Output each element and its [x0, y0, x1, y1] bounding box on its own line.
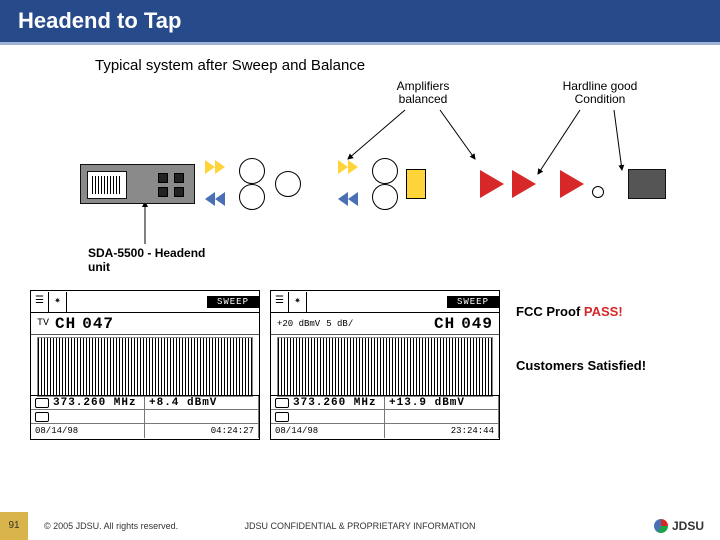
combiner-icon [372, 184, 398, 210]
subtitle: Typical system after Sweep and Balance [95, 57, 720, 74]
footer: 91 © 2005 JDSU. All rights reserved. JDS… [0, 512, 720, 540]
knob-icon [174, 187, 184, 197]
menu-icon: ☰ [271, 292, 289, 312]
reverse-amp-icon [338, 192, 358, 206]
date-value: 08/14/98 [31, 424, 145, 438]
callout-amplifiers: Amplifiers balanced [378, 80, 468, 106]
ref-label: +20 dBmV [277, 319, 320, 329]
time-value: 23:24:44 [385, 424, 499, 438]
unit-label: TV [37, 318, 49, 329]
reverse-amp-icon [205, 192, 225, 206]
sweep-screen-left: ☰ ✷ SWEEP TV CH 047 373.260 MHz +8.4 dBm… [30, 290, 260, 440]
menu-icon: ☰ [31, 292, 49, 312]
page-number: 91 [0, 512, 28, 540]
hardline-amp-icon [480, 170, 504, 198]
logo-mark-icon [654, 519, 668, 533]
ch-number: 049 [461, 315, 493, 333]
logo-text: JDSU [672, 519, 704, 533]
forward-amp-icon [338, 160, 358, 174]
sweep-title: SWEEP [207, 296, 259, 308]
date-value: 08/14/98 [271, 424, 385, 438]
fcc-proof-text: FCC Proof PASS! [516, 304, 623, 319]
combiner-icon [275, 171, 301, 197]
level-value: +13.9 dBmV [389, 397, 465, 409]
sweep-screens: ☰ ✷ SWEEP TV CH 047 373.260 MHz +8.4 dBm… [30, 290, 500, 440]
unit-screen-icon [87, 171, 127, 199]
confidential-text: JDSU CONFIDENTIAL & PROPRIETARY INFORMAT… [244, 521, 475, 531]
signal-chain [80, 156, 690, 212]
level-value: +8.4 dBmV [149, 397, 217, 409]
knob-icon [158, 173, 168, 183]
wave-icon [275, 412, 289, 422]
sweep-screen-right: ☰ ✷ SWEEP +20 dBmV 5 dB/ CH 049 373.260 … [270, 290, 500, 440]
freq-value: 373.260 MHz [53, 397, 137, 409]
combiner-icon [372, 158, 398, 184]
wave-icon [35, 398, 49, 408]
tap-icon [628, 169, 666, 199]
freq-value: 373.260 MHz [293, 397, 377, 409]
ch-number: 047 [82, 315, 114, 333]
callout-hardline: Hardline good Condition [550, 80, 650, 106]
copyright: © 2005 JDSU. All rights reserved. [44, 521, 178, 531]
forward-amp-icon [205, 160, 225, 174]
knob-icon [158, 187, 168, 197]
combiner-icon [239, 184, 265, 210]
sda-label: SDA-5500 - Headend unit [88, 246, 228, 274]
scale-label: 5 dB/ [326, 319, 353, 329]
hardline-amp-icon [560, 170, 584, 198]
knob-icon [174, 173, 184, 183]
equalizer-icon [406, 169, 426, 199]
wave-icon [35, 412, 49, 422]
time-value: 04:24:27 [145, 424, 259, 438]
star-icon: ✷ [49, 292, 67, 312]
jdsu-logo: JDSU [654, 519, 704, 533]
sweep-graph [277, 337, 493, 397]
headend-unit-icon [80, 164, 195, 204]
pass-text: PASS! [584, 304, 623, 319]
ch-label: CH [55, 315, 76, 333]
amp-stage-1 [205, 156, 325, 212]
hardline-amp-icon [512, 170, 536, 198]
sweep-graph [37, 337, 253, 397]
star-icon: ✷ [289, 292, 307, 312]
amp-stage-2 [338, 156, 458, 212]
sweep-title: SWEEP [447, 296, 499, 308]
customers-text: Customers Satisfied! [516, 358, 646, 373]
port-icon [592, 186, 604, 198]
combiner-icon [239, 158, 265, 184]
slide-title: Headend to Tap [0, 0, 720, 45]
ch-label: CH [434, 315, 455, 333]
wave-icon [275, 398, 289, 408]
